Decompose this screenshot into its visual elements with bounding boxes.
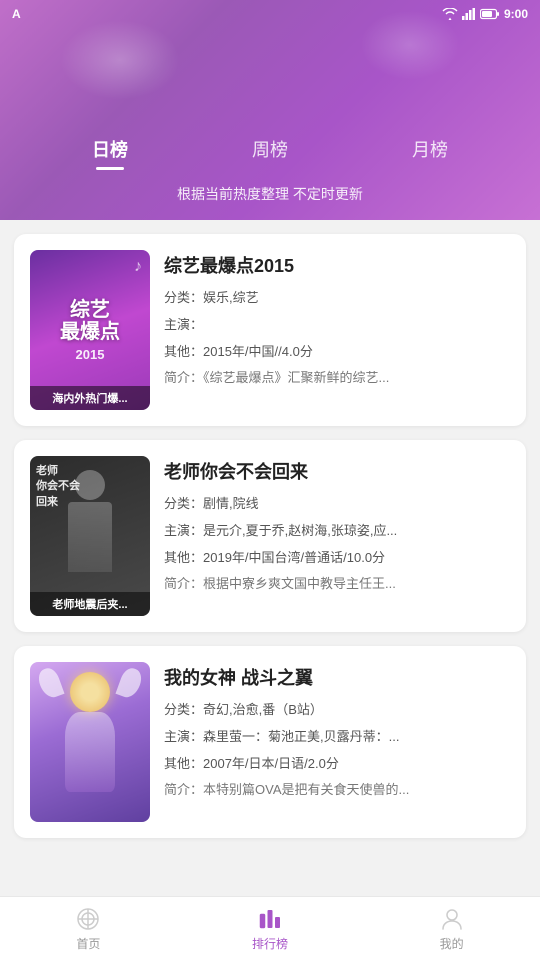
nav-label-mine: 我的 [440,935,464,952]
card-desc-3: 简介：本特别篇OVA是把有关食天使兽的... [164,780,510,800]
card-thumbnail-2: 老师你会不会回来 老师地震后夹... [30,456,150,616]
list-item[interactable]: 综艺最爆点 2015 ♪ 海内外热门爆... 综艺最爆点2015 分类：娱乐,综… [14,234,526,426]
card-title-3: 我的女神 战斗之翼 [164,664,510,690]
wifi-icon [442,8,458,20]
card-other-2: 其他：2019年/中国台湾/普通话/10.0分 [164,548,510,569]
home-icon [75,906,101,932]
battery-icon [480,8,500,20]
thumb-title-1: 综艺最爆点 [56,299,124,343]
header: 日榜 周榜 月榜 根据当前热度整理 不定时更新 [0,0,540,220]
card-cast-3: 主演：森里萤一：菊池正美,贝露丹蒂：... [164,727,510,748]
thumb-label-2: 老师地震后夹... [30,592,150,616]
card-cast-1: 主演： [164,315,510,336]
tab-daily[interactable]: 日榜 [72,128,148,174]
status-bar: A 9:00 [0,0,540,28]
status-time: 9:00 [504,7,528,21]
card-desc-1: 简介：《综艺最爆点》汇聚新鲜的综艺... [164,368,510,388]
card-other-3: 其他：2007年/日本/日语/2.0分 [164,754,510,775]
card-desc-2: 简介：根据中寮乡爽文国中教导主任王... [164,574,510,594]
card-cast-2: 主演：是元介,夏于乔,赵树海,张琼姿,应... [164,521,510,542]
tab-monthly[interactable]: 月榜 [392,128,468,174]
status-app-icon: A [12,7,21,21]
card-thumbnail-1: 综艺最爆点 2015 ♪ 海内外热门爆... [30,250,150,410]
card-category-2: 分类：剧情,院线 [164,494,510,515]
card-other-1: 其他：2015年/中国//4.0分 [164,342,510,363]
nav-item-ranking[interactable]: 排行榜 [232,902,308,956]
nav-item-home[interactable]: 首页 [55,902,121,956]
tabs-container: 日榜 周榜 月榜 [0,128,540,174]
content-area: 综艺最爆点 2015 ♪ 海内外热门爆... 综艺最爆点2015 分类：娱乐,综… [0,220,540,936]
bottom-navigation: 首页 排行榜 我的 [0,896,540,960]
card-title-2: 老师你会不会回来 [164,458,510,484]
nav-label-home: 首页 [76,935,100,952]
nav-label-ranking: 排行榜 [252,935,288,952]
card-info-1: 综艺最爆点2015 分类：娱乐,综艺 主演： 其他：2015年/中国//4.0分… [164,250,510,410]
list-item[interactable]: 我的女神 战斗之翼 分类：奇幻,治愈,番（B站） 主演：森里萤一：菊池正美,贝露… [14,646,526,838]
status-right: 9:00 [442,7,528,21]
header-subtitle: 根据当前热度整理 不定时更新 [0,174,540,220]
signal-icon [462,8,476,20]
card-category-1: 分类：娱乐,综艺 [164,288,510,309]
ranking-icon [257,906,283,932]
person-icon [439,906,465,932]
card-category-3: 分类：奇幻,治愈,番（B站） [164,700,510,721]
music-note-icon: ♪ [134,258,142,276]
nav-item-mine[interactable]: 我的 [419,902,485,956]
card-info-3: 我的女神 战斗之翼 分类：奇幻,治愈,番（B站） 主演：森里萤一：菊池正美,贝露… [164,662,510,822]
card-thumbnail-3 [30,662,150,822]
tab-weekly[interactable]: 周榜 [232,128,308,174]
card-title-1: 综艺最爆点2015 [164,252,510,278]
card-info-2: 老师你会不会回来 分类：剧情,院线 主演：是元介,夏于乔,赵树海,张琼姿,应..… [164,456,510,616]
list-item[interactable]: 老师你会不会回来 老师地震后夹... 老师你会不会回来 分类：剧情,院线 主演：… [14,440,526,632]
thumb-label-1: 海内外热门爆... [30,386,150,410]
